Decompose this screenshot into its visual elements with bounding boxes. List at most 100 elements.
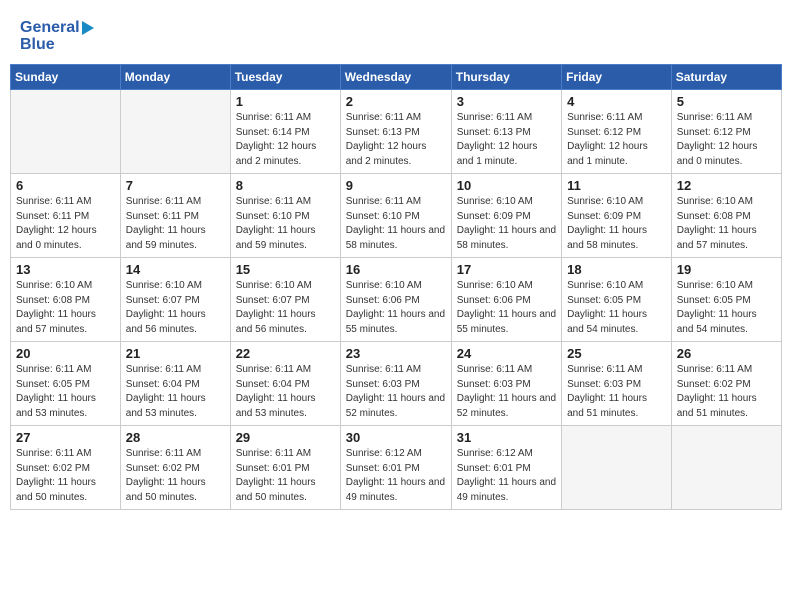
day-number: 19: [677, 262, 776, 277]
day-info: Sunrise: 6:11 AM Sunset: 6:01 PM Dayligh…: [236, 447, 335, 505]
day-info: Sunrise: 6:10 AM Sunset: 6:05 PM Dayligh…: [677, 279, 776, 337]
day-of-week-header: Wednesday: [340, 65, 451, 90]
day-info: Sunrise: 6:11 AM Sunset: 6:05 PM Dayligh…: [16, 363, 115, 421]
calendar-cell: 25Sunrise: 6:11 AM Sunset: 6:03 PM Dayli…: [562, 342, 672, 426]
day-info: Sunrise: 6:10 AM Sunset: 6:06 PM Dayligh…: [457, 279, 556, 337]
calendar-week-row: 6 Sunrise: 6:11 AM Sunset: 6:11 PM Daylig…: [11, 174, 782, 258]
calendar-cell: 29 Sunrise: 6:11 AM Sunset: 6:01 PM Dayli…: [230, 426, 340, 510]
calendar-cell: 22 Sunrise: 6:11 AM Sunset: 6:04 PM Dayli…: [230, 342, 340, 426]
day-info: Sunrise: 6:11 AM Sunset: 6:02 PM Dayligh…: [126, 447, 225, 505]
day-info: Sunrise: 6:10 AM Sunset: 6:09 PM Dayligh…: [567, 195, 666, 253]
day-of-week-header: Saturday: [671, 65, 781, 90]
day-info: Sunrise: 6:11 AM Sunset: 6:13 PM Dayligh…: [457, 111, 556, 169]
day-info: Sunrise: 6:10 AM Sunset: 6:06 PM Dayligh…: [346, 279, 446, 337]
calendar-week-row: 13 Sunrise: 6:10 AM Sunset: 6:08 PM Dayli…: [11, 258, 782, 342]
calendar-cell: 31 Sunrise: 6:12 AM Sunset: 6:01 PM Dayli…: [451, 426, 561, 510]
calendar-cell: 11 Sunrise: 6:10 AM Sunset: 6:09 PM Dayli…: [562, 174, 672, 258]
day-info: Sunrise: 6:11 AM Sunset: 6:12 PM Dayligh…: [567, 111, 666, 169]
day-number: 1: [236, 94, 335, 109]
day-number: 20: [16, 346, 115, 361]
day-number: 8: [236, 178, 335, 193]
day-number: 26: [677, 346, 776, 361]
calendar-cell: 3 Sunrise: 6:11 AM Sunset: 6:13 PM Daylig…: [451, 90, 561, 174]
calendar-cell: 4 Sunrise: 6:11 AM Sunset: 6:12 PM Daylig…: [562, 90, 672, 174]
calendar-cell: 27 Sunrise: 6:11 AM Sunset: 6:02 PM Dayli…: [11, 426, 121, 510]
calendar-cell: [671, 426, 781, 510]
day-number: 29: [236, 430, 335, 445]
day-number: 14: [126, 262, 225, 277]
calendar-cell: 2 Sunrise: 6:11 AM Sunset: 6:13 PM Daylig…: [340, 90, 451, 174]
day-number: 10: [457, 178, 556, 193]
day-number: 23: [346, 346, 446, 361]
day-info: Sunrise: 6:10 AM Sunset: 6:08 PM Dayligh…: [677, 195, 776, 253]
day-number: 12: [677, 178, 776, 193]
day-info: Sunrise: 6:11 AM Sunset: 6:02 PM Dayligh…: [16, 447, 115, 505]
logo-blue: Blue: [20, 35, 100, 54]
day-number: 7: [126, 178, 225, 193]
day-info: Sunrise: 6:11 AM Sunset: 6:11 PM Dayligh…: [126, 195, 225, 253]
calendar-cell: 5 Sunrise: 6:11 AM Sunset: 6:12 PM Daylig…: [671, 90, 781, 174]
calendar-cell: 28 Sunrise: 6:11 AM Sunset: 6:02 PM Dayli…: [120, 426, 230, 510]
day-info: Sunrise: 6:11 AM Sunset: 6:03 PM Dayligh…: [567, 363, 666, 421]
day-info: Sunrise: 6:10 AM Sunset: 6:07 PM Dayligh…: [126, 279, 225, 337]
day-info: Sunrise: 6:11 AM Sunset: 6:14 PM Dayligh…: [236, 111, 335, 169]
day-number: 28: [126, 430, 225, 445]
calendar-cell: 24 Sunrise: 6:11 AM Sunset: 6:03 PM Dayli…: [451, 342, 561, 426]
day-info: Sunrise: 6:12 AM Sunset: 6:01 PM Dayligh…: [457, 447, 556, 505]
calendar-cell: [562, 426, 672, 510]
day-number: 16: [346, 262, 446, 277]
day-number: 3: [457, 94, 556, 109]
calendar-week-row: 20 Sunrise: 6:11 AM Sunset: 6:05 PM Dayli…: [11, 342, 782, 426]
calendar-cell: 20 Sunrise: 6:11 AM Sunset: 6:05 PM Dayli…: [11, 342, 121, 426]
day-info: Sunrise: 6:11 AM Sunset: 6:03 PM Dayligh…: [457, 363, 556, 421]
calendar-cell: 16 Sunrise: 6:10 AM Sunset: 6:06 PM Dayli…: [340, 258, 451, 342]
calendar-cell: 14 Sunrise: 6:10 AM Sunset: 6:07 PM Dayli…: [120, 258, 230, 342]
logo-arrow-icon: [82, 21, 100, 35]
day-of-week-header: Thursday: [451, 65, 561, 90]
day-info: Sunrise: 6:11 AM Sunset: 6:04 PM Dayligh…: [236, 363, 335, 421]
calendar-cell: 21 Sunrise: 6:11 AM Sunset: 6:04 PM Dayli…: [120, 342, 230, 426]
calendar-cell: 26 Sunrise: 6:11 AM Sunset: 6:02 PM Dayli…: [671, 342, 781, 426]
calendar-cell: 12 Sunrise: 6:10 AM Sunset: 6:08 PM Dayli…: [671, 174, 781, 258]
day-info: Sunrise: 6:11 AM Sunset: 6:13 PM Dayligh…: [346, 111, 446, 169]
day-number: 24: [457, 346, 556, 361]
day-info: Sunrise: 6:11 AM Sunset: 6:12 PM Dayligh…: [677, 111, 776, 169]
day-info: Sunrise: 6:10 AM Sunset: 6:05 PM Dayligh…: [567, 279, 666, 337]
day-number: 30: [346, 430, 446, 445]
day-info: Sunrise: 6:11 AM Sunset: 6:10 PM Dayligh…: [236, 195, 335, 253]
calendar-cell: 6 Sunrise: 6:11 AM Sunset: 6:11 PM Daylig…: [11, 174, 121, 258]
day-number: 13: [16, 262, 115, 277]
calendar-cell: 13 Sunrise: 6:10 AM Sunset: 6:08 PM Dayli…: [11, 258, 121, 342]
day-number: 31: [457, 430, 556, 445]
calendar-cell: [120, 90, 230, 174]
day-number: 15: [236, 262, 335, 277]
day-number: 4: [567, 94, 666, 109]
day-info: Sunrise: 6:11 AM Sunset: 6:11 PM Dayligh…: [16, 195, 115, 253]
day-number: 21: [126, 346, 225, 361]
calendar-week-row: 1 Sunrise: 6:11 AM Sunset: 6:14 PM Daylig…: [11, 90, 782, 174]
day-of-week-header: Friday: [562, 65, 672, 90]
day-of-week-header: Sunday: [11, 65, 121, 90]
day-of-week-header: Tuesday: [230, 65, 340, 90]
day-number: 9: [346, 178, 446, 193]
calendar-table: SundayMondayTuesdayWednesdayThursdayFrid…: [10, 64, 782, 510]
day-info: Sunrise: 6:11 AM Sunset: 6:02 PM Dayligh…: [677, 363, 776, 421]
calendar-cell: 7 Sunrise: 6:11 AM Sunset: 6:11 PM Daylig…: [120, 174, 230, 258]
day-number: 6: [16, 178, 115, 193]
day-info: Sunrise: 6:10 AM Sunset: 6:09 PM Dayligh…: [457, 195, 556, 253]
day-info: Sunrise: 6:10 AM Sunset: 6:07 PM Dayligh…: [236, 279, 335, 337]
day-number: 27: [16, 430, 115, 445]
day-info: Sunrise: 6:10 AM Sunset: 6:08 PM Dayligh…: [16, 279, 115, 337]
day-number: 5: [677, 94, 776, 109]
calendar-week-row: 27 Sunrise: 6:11 AM Sunset: 6:02 PM Dayli…: [11, 426, 782, 510]
day-number: 22: [236, 346, 335, 361]
calendar-cell: 18Sunrise: 6:10 AM Sunset: 6:05 PM Dayli…: [562, 258, 672, 342]
day-number: 11: [567, 178, 666, 193]
calendar-cell: 10 Sunrise: 6:10 AM Sunset: 6:09 PM Dayli…: [451, 174, 561, 258]
day-info: Sunrise: 6:11 AM Sunset: 6:04 PM Dayligh…: [126, 363, 225, 421]
logo: General Blue: [20, 18, 100, 54]
calendar-header-row: SundayMondayTuesdayWednesdayThursdayFrid…: [11, 65, 782, 90]
day-number: 2: [346, 94, 446, 109]
page-header: General Blue: [10, 10, 782, 59]
calendar-cell: 1 Sunrise: 6:11 AM Sunset: 6:14 PM Daylig…: [230, 90, 340, 174]
